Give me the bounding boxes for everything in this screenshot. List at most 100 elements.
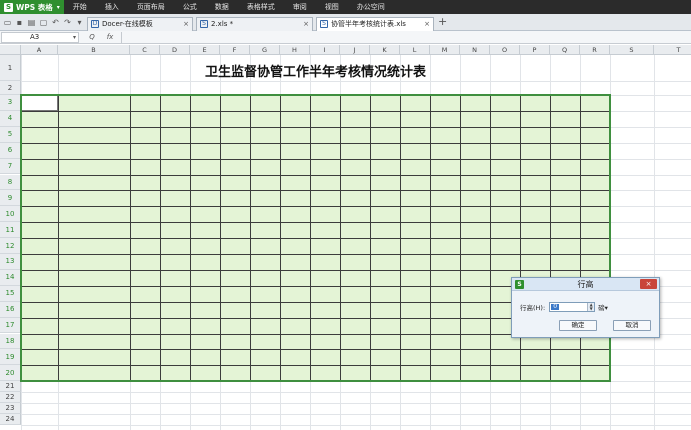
column-header[interactable]: E <box>190 45 220 55</box>
row-height-input-box[interactable]: 0 ▲ ▼ <box>549 302 596 312</box>
row-header[interactable]: 16 <box>0 301 21 318</box>
print-icon[interactable]: ▤ <box>27 18 36 27</box>
ok-button[interactable]: 确定 <box>559 320 597 331</box>
close-tab-icon[interactable]: × <box>183 20 189 28</box>
row-header[interactable]: 6 <box>0 142 21 159</box>
column-header[interactable]: A <box>21 45 58 55</box>
close-icon[interactable]: × <box>640 279 657 289</box>
document-icon: S <box>320 20 328 28</box>
document-tab[interactable]: S 2.xls * × <box>196 16 313 31</box>
print-preview-icon[interactable]: ▢ <box>39 18 48 27</box>
row-header[interactable]: 5 <box>0 126 21 143</box>
menu-item[interactable]: 视图 <box>316 2 348 12</box>
open-folder-icon[interactable]: ▭ <box>3 18 12 27</box>
close-tab-icon[interactable]: × <box>424 20 430 28</box>
row-header[interactable]: 3 <box>0 95 21 111</box>
zoom-search-icon[interactable]: Q <box>87 33 97 41</box>
cancel-button[interactable]: 取消 <box>613 320 651 331</box>
selection-border <box>20 94 611 383</box>
row-header[interactable]: 1 <box>0 55 21 81</box>
menu-item[interactable]: 表格样式 <box>238 2 284 12</box>
column-header[interactable]: R <box>580 45 610 55</box>
column-header[interactable]: J <box>340 45 370 55</box>
menu-item[interactable]: 插入 <box>96 2 128 12</box>
row-header[interactable]: 10 <box>0 206 21 223</box>
row-height-input[interactable]: 0 <box>551 304 560 310</box>
column-header[interactable]: N <box>460 45 490 55</box>
new-tab-button[interactable]: + <box>438 15 447 29</box>
row-header[interactable]: 18 <box>0 333 21 350</box>
tab-label: Docer-在线模板 <box>102 20 153 28</box>
save-icon[interactable]: ▪ <box>15 18 24 27</box>
row-header[interactable]: 13 <box>0 254 21 270</box>
column-header[interactable]: Q <box>550 45 580 55</box>
column-header[interactable]: K <box>370 45 400 55</box>
row-height-label: 行高(H): <box>520 304 546 312</box>
ribbon-tabs: 开始 插入 页面布局 公式 数据 表格样式 审阅 视图 办公空间 <box>64 2 394 12</box>
document-icon: D <box>91 20 99 28</box>
app-menu-button[interactable]: S WPS 表格 ▾ <box>0 0 64 14</box>
column-header[interactable]: L <box>400 45 430 55</box>
row-header[interactable]: 2 <box>0 81 21 95</box>
column-header[interactable]: S <box>610 45 654 55</box>
toolbar-and-tabs: ▭ ▪ ▤ ▢ ↶ ↷ ▾ D Docer-在线模板 × S 2.xls * × S 协管半年… <box>0 14 691 31</box>
row-height-field-row: 行高(H): 0 ▲ ▼ 磅▾ <box>520 302 608 312</box>
name-box[interactable]: A3 ▾ <box>1 31 79 43</box>
close-tab-icon[interactable]: × <box>303 20 309 28</box>
formula-input[interactable] <box>121 31 691 43</box>
worksheet-grid[interactable]: A B C D E F G H I J K L M N O P Q R S T 1 2 3 4 5 6 7 8 9 10 11 12 13 14 1… <box>0 45 691 430</box>
menu-item[interactable]: 公式 <box>174 2 206 12</box>
menu-item[interactable]: 审阅 <box>284 2 316 12</box>
row-header[interactable]: 8 <box>0 174 21 191</box>
row-header[interactable]: 22 <box>0 392 21 404</box>
column-header[interactable]: T <box>654 45 691 55</box>
tab-label: 2.xls * <box>211 20 234 28</box>
tab-label: 协管半年考核统计表.xls <box>331 20 406 28</box>
column-header[interactable]: F <box>220 45 250 55</box>
document-tab[interactable]: S 协管半年考核统计表.xls × <box>316 16 434 31</box>
row-header[interactable]: 23 <box>0 403 21 415</box>
row-header[interactable]: 20 <box>0 365 21 382</box>
row-header[interactable]: 15 <box>0 285 21 302</box>
row-header[interactable]: 12 <box>0 238 21 254</box>
row-header[interactable]: 4 <box>0 110 21 127</box>
column-header[interactable]: M <box>430 45 460 55</box>
undo-icon[interactable]: ↶ <box>51 18 60 27</box>
app-name: WPS 表格 <box>16 2 53 12</box>
chevron-down-icon: ▾ <box>56 3 60 11</box>
column-header[interactable]: P <box>520 45 550 55</box>
row-header[interactable]: 19 <box>0 349 21 366</box>
dialog-titlebar[interactable]: S 行高 × <box>512 278 659 291</box>
column-header[interactable]: O <box>490 45 520 55</box>
wps-spreadsheet-window: S WPS 表格 ▾ 开始 插入 页面布局 公式 数据 表格样式 审阅 视图 办公空间 ▭ ▪ … <box>0 0 691 430</box>
column-header[interactable]: I <box>310 45 340 55</box>
unit-dropdown[interactable]: 磅▾ <box>598 302 608 312</box>
row-header[interactable]: 14 <box>0 269 21 286</box>
menu-item[interactable]: 办公空间 <box>348 2 394 12</box>
formula-bar: A3 ▾ Q fx <box>0 31 691 44</box>
redo-icon[interactable]: ↷ <box>63 18 72 27</box>
row-header[interactable]: 9 <box>0 190 21 207</box>
menu-item[interactable]: 页面布局 <box>128 2 174 12</box>
select-all-corner[interactable] <box>0 45 21 55</box>
row-header[interactable]: 21 <box>0 381 21 393</box>
document-tabs: D Docer-在线模板 × S 2.xls * × S 协管半年考核统计表.xls × <box>84 14 434 31</box>
spinner-arrows-icon[interactable]: ▲ ▼ <box>587 303 595 311</box>
document-tab[interactable]: D Docer-在线模板 × <box>87 16 193 31</box>
menu-item[interactable]: 开始 <box>64 2 96 12</box>
gridline <box>21 81 691 82</box>
column-header[interactable]: C <box>130 45 160 55</box>
row-header[interactable]: 11 <box>0 222 21 239</box>
insert-function-icon[interactable]: fx <box>105 33 115 41</box>
quick-access-dropdown-icon[interactable]: ▾ <box>75 18 84 27</box>
chevron-down-icon[interactable]: ▾ <box>73 33 76 42</box>
column-header[interactable]: G <box>250 45 280 55</box>
column-header[interactable]: D <box>160 45 190 55</box>
menu-item[interactable]: 数据 <box>206 2 238 12</box>
column-header[interactable]: H <box>280 45 310 55</box>
sheet-title[interactable]: 卫生监督协管工作半年考核情况统计表 <box>21 61 610 80</box>
row-header[interactable]: 17 <box>0 317 21 334</box>
row-header[interactable]: 7 <box>0 158 21 175</box>
row-header[interactable]: 24 <box>0 414 21 426</box>
column-header[interactable]: B <box>58 45 130 55</box>
